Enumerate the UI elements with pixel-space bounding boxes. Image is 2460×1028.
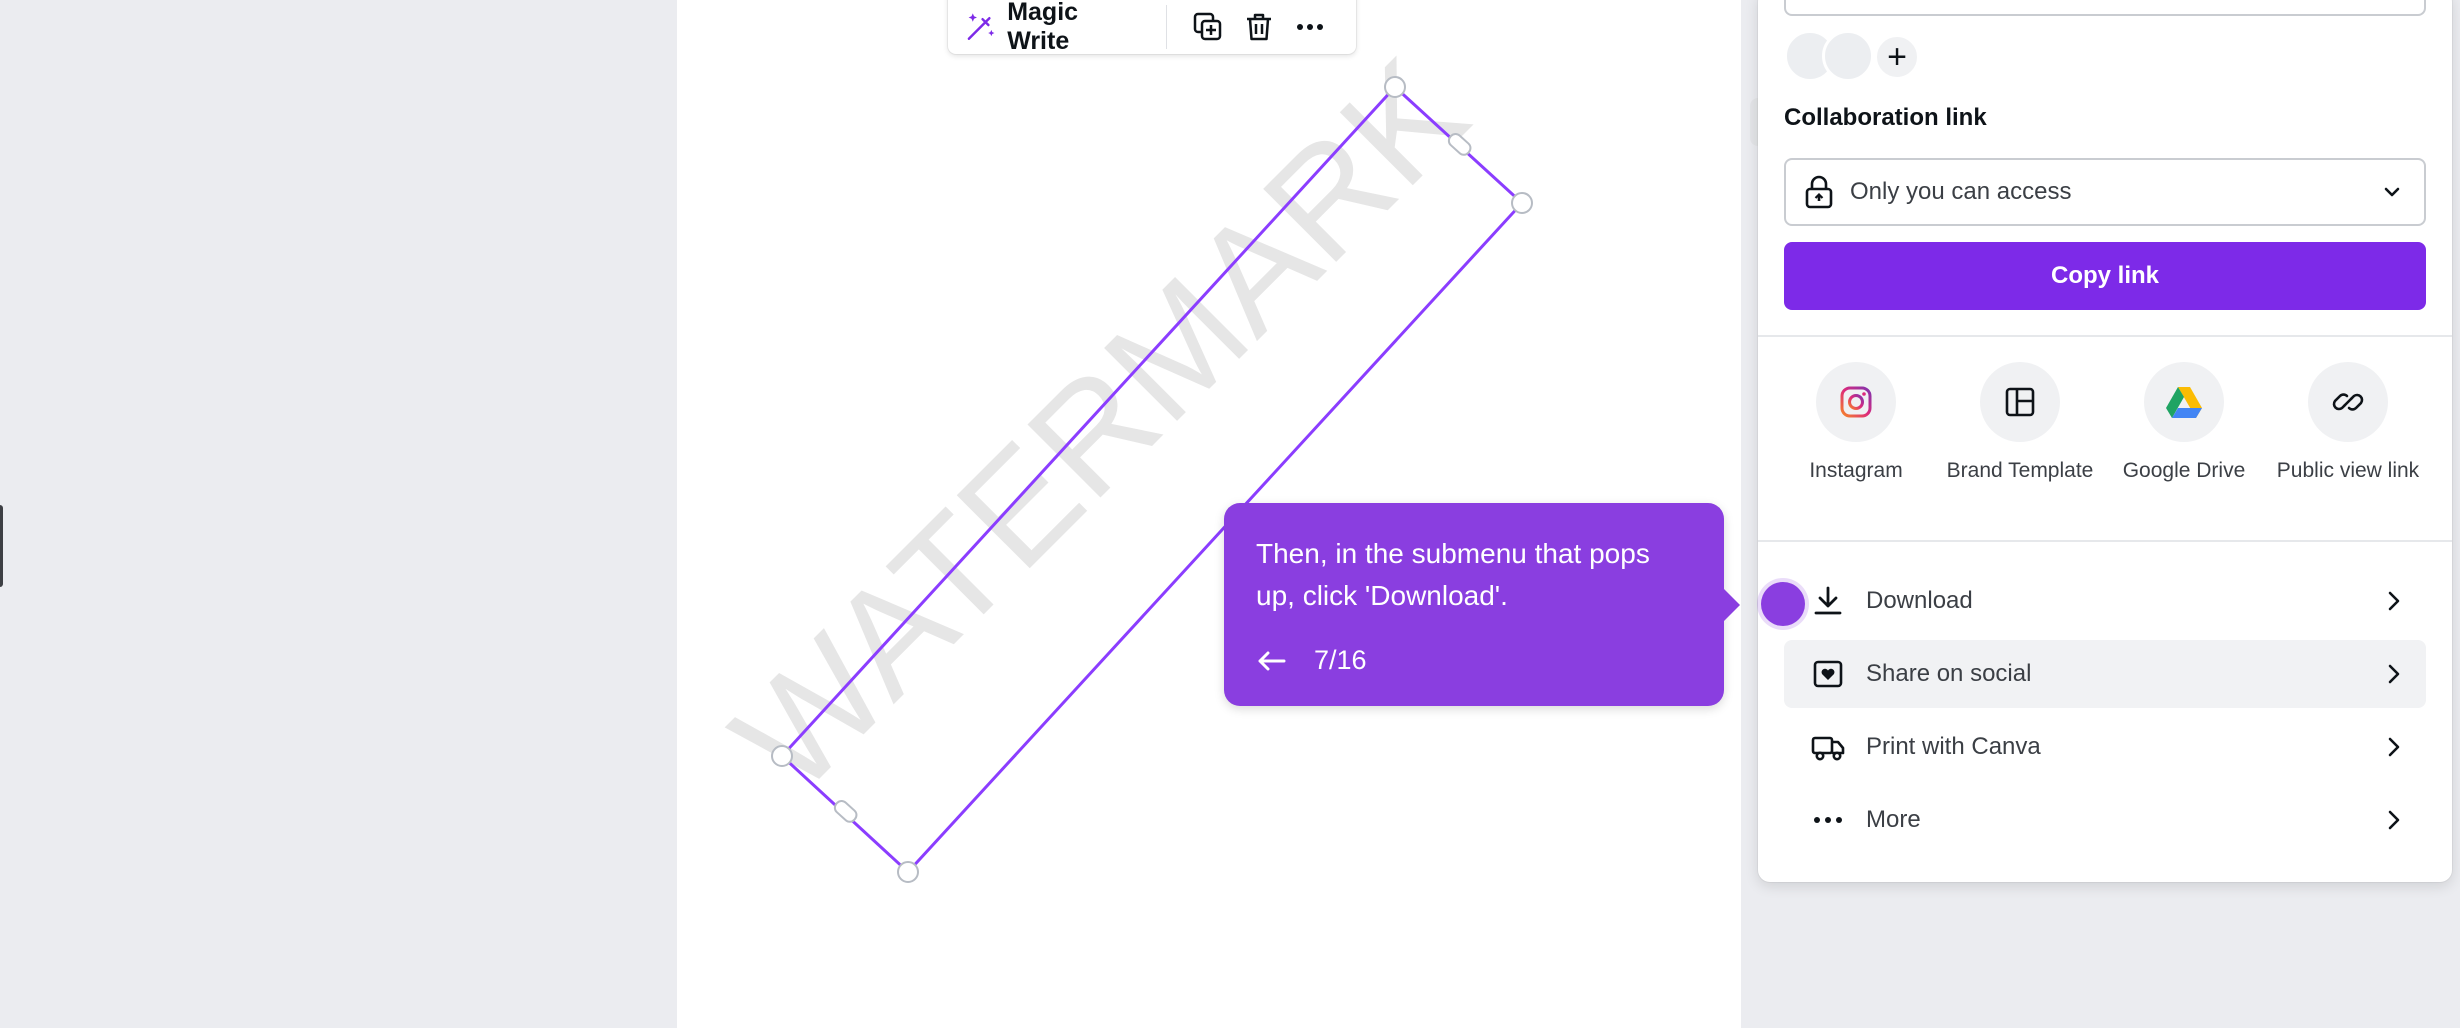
share-panel: + Collaboration link Only you can access… [1758, 0, 2452, 882]
share-target-label: Instagram [1809, 459, 1903, 482]
menu-item-download[interactable]: Download [1784, 567, 2426, 635]
copy-link-button[interactable]: Copy link [1784, 242, 2426, 310]
resize-handle-left[interactable] [771, 745, 793, 767]
menu-item-label: Print with Canva [1866, 733, 2041, 760]
element-toolbar: Magic Write [948, 0, 1356, 56]
access-dropdown[interactable]: Only you can access [1784, 158, 2426, 226]
truck-icon [1810, 729, 1846, 765]
magic-write-button[interactable]: Magic Write [964, 0, 1144, 56]
magic-wand-icon [967, 13, 995, 40]
chevron-right-icon [2388, 810, 2400, 830]
share-target-public-view-link[interactable]: Public view link [2266, 362, 2430, 483]
google-drive-icon [2144, 362, 2224, 442]
more-icon [1810, 802, 1846, 838]
menu-item-label: More [1866, 806, 1921, 833]
menu-item-more[interactable]: More [1784, 786, 2426, 854]
menu-item-label: Share on social [1866, 660, 2032, 687]
side-handle-bottom-left[interactable] [832, 799, 859, 825]
lock-icon [1805, 175, 1833, 209]
share-target-label: Brand Template [1946, 459, 2094, 482]
tooltip-text: Then, in the submenu that pops up, click… [1256, 538, 1650, 611]
share-target-label: Public view link [2276, 459, 2420, 482]
trash-icon [1247, 13, 1272, 41]
plus-icon: + [1887, 37, 1907, 76]
duplicate-button[interactable] [1189, 7, 1228, 47]
guide-tooltip: Then, in the submenu that pops up, click… [1224, 503, 1740, 706]
share-targets-row: Instagram Brand Template Google Drive Pu… [1758, 362, 2452, 512]
menu-item-label: Download [1866, 587, 1973, 614]
duplicate-icon [1194, 12, 1222, 41]
share-target-google-drive[interactable]: Google Drive [2102, 362, 2266, 483]
panel-divider [1758, 335, 2452, 337]
magic-write-label: Magic Write [1007, 0, 1079, 55]
share-target-label: Google Drive [2122, 459, 2246, 482]
chevron-right-icon [2388, 664, 2400, 684]
delete-button[interactable] [1240, 7, 1279, 47]
share-target-brand-template[interactable]: Brand Template [1938, 362, 2102, 483]
tooltip-navigation: 7/16 [1256, 645, 1692, 676]
toolbar-divider [1165, 5, 1167, 49]
download-icon [1810, 583, 1846, 619]
brand-template-icon [1980, 362, 2060, 442]
chevron-right-icon [2388, 737, 2400, 757]
instagram-icon [1816, 362, 1896, 442]
people-input[interactable] [1784, 0, 2426, 16]
share-target-instagram[interactable]: Instagram [1774, 362, 1938, 483]
resize-handle-bottom[interactable] [897, 861, 919, 883]
chevron-right-icon [2388, 591, 2400, 611]
collaboration-link-label: Collaboration link [1784, 104, 1987, 131]
menu-item-share-on-social[interactable]: Share on social [1784, 640, 2426, 708]
link-icon [2308, 362, 2388, 442]
more-icon [1297, 24, 1324, 30]
more-options-button[interactable] [1291, 7, 1330, 47]
back-arrow-icon[interactable] [1256, 650, 1286, 672]
tooltip-progress: 7/16 [1314, 645, 1367, 675]
access-value: Only you can access [1850, 178, 2072, 205]
resize-handle-top[interactable] [1384, 76, 1406, 98]
chevron-down-icon [2384, 187, 2400, 197]
avatar[interactable] [1822, 30, 1874, 82]
panel-divider [1758, 540, 2452, 542]
resize-handle-right[interactable] [1511, 192, 1533, 214]
menu-item-print-with-canva[interactable]: Print with Canva [1784, 713, 2426, 781]
heart-square-icon [1810, 656, 1846, 692]
add-collaborator-button[interactable]: + [1874, 34, 1920, 80]
guide-beacon[interactable] [1761, 582, 1805, 626]
